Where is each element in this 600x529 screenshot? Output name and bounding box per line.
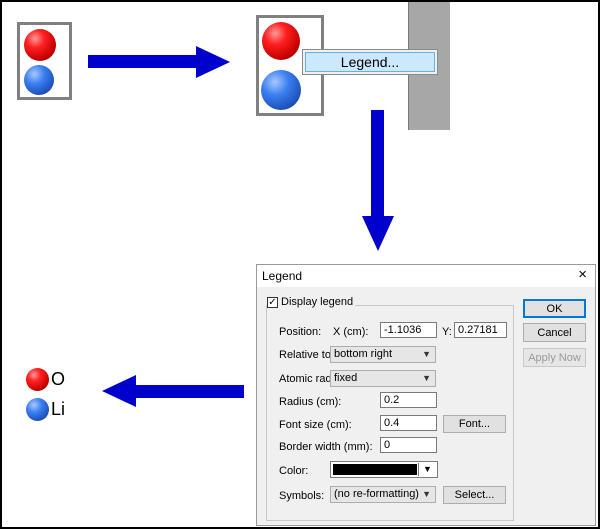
color-swatch-fill	[333, 464, 417, 475]
display-legend-label: Display legend	[281, 296, 354, 308]
radius-input[interactable]: 0.2	[380, 392, 437, 408]
chevron-down-icon: ▼	[422, 489, 431, 499]
context-menu: Legend...	[302, 49, 438, 75]
dialog-title: Legend	[262, 269, 303, 283]
symbols-select[interactable]: (no re-formatting) ▼	[330, 486, 436, 503]
border-width-input[interactable]: 0	[380, 437, 437, 453]
arrow-right-icon	[88, 46, 230, 78]
legend-entry-oxygen: O	[51, 369, 66, 389]
apply-now-button[interactable]: Apply Now	[523, 348, 586, 367]
symbols-value: (no re-formatting)	[334, 488, 419, 500]
position-y-input[interactable]: 0.27181	[454, 322, 507, 338]
chevron-down-icon: ▼	[422, 373, 431, 383]
legend-entry-lithium: Li	[51, 399, 66, 419]
font-size-label: Font size (cm):	[279, 419, 352, 431]
font-button[interactable]: Font...	[443, 415, 506, 433]
oxygen-atom-icon	[262, 22, 300, 60]
dialog-titlebar: Legend ×	[257, 265, 595, 287]
relative-to-select[interactable]: bottom right ▼	[330, 346, 436, 363]
color-label: Color:	[279, 465, 309, 477]
legend-dialog: Legend × ✓ Display legend Position: X (c…	[256, 264, 596, 526]
chevron-down-icon[interactable]: ▼	[418, 463, 436, 476]
chevron-down-icon: ▼	[422, 349, 431, 359]
position-label: Position:	[279, 326, 322, 338]
cancel-button[interactable]: Cancel	[523, 323, 586, 342]
lithium-atom-icon	[261, 70, 301, 110]
legend-box-small[interactable]	[17, 22, 72, 100]
oxygen-atom-icon	[26, 368, 49, 391]
position-x-input[interactable]: -1.1036	[380, 322, 437, 338]
oxygen-atom-icon	[24, 29, 56, 61]
select-button[interactable]: Select...	[443, 486, 506, 504]
color-picker[interactable]: ▼	[330, 461, 438, 478]
display-legend-checkbox[interactable]: ✓	[267, 296, 278, 308]
x-label: X (cm):	[333, 326, 369, 338]
radius-label: Radius (cm):	[279, 396, 342, 408]
arrow-left-icon	[102, 375, 244, 407]
context-menu-item-legend[interactable]: Legend...	[305, 52, 435, 72]
close-icon[interactable]: ×	[578, 267, 587, 283]
display-legend-row[interactable]: ✓ Display legend	[267, 296, 356, 308]
relative-to-label: Relative to:	[279, 349, 335, 361]
lithium-atom-icon	[26, 398, 49, 421]
atomic-radii-value: fixed	[334, 372, 358, 384]
arrow-down-icon	[362, 110, 394, 251]
atomic-radii-select[interactable]: fixed ▼	[330, 370, 436, 387]
y-label: Y:	[442, 326, 452, 338]
font-size-input[interactable]: 0.4	[380, 415, 437, 431]
relative-to-value: bottom right	[334, 348, 393, 360]
ok-button[interactable]: OK	[523, 299, 586, 318]
lithium-atom-icon	[24, 65, 54, 95]
symbols-label: Symbols:	[279, 490, 325, 502]
border-width-label: Border width (mm):	[279, 441, 373, 453]
